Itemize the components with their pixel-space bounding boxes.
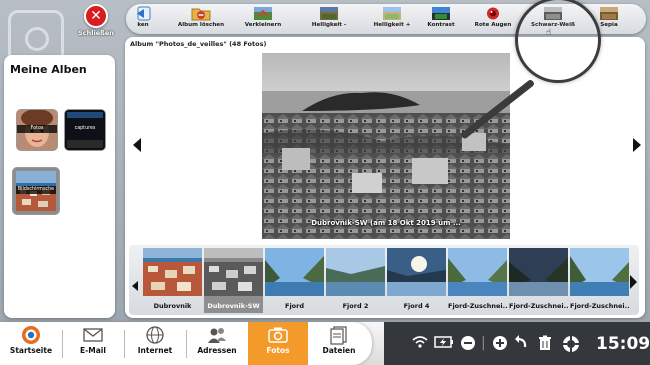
- red-eye-icon: [482, 6, 504, 21]
- thumbnail-image-fjord-crop-1: [448, 248, 507, 296]
- thumbnail-item[interactable]: Dubrovnik: [143, 248, 202, 313]
- contrast-button[interactable]: Kontrast: [424, 6, 458, 33]
- album-title: Album "Photos_de_veilles" (48 Fotos): [130, 40, 267, 48]
- taskbar-divider: [186, 330, 187, 358]
- thumbnail-item[interactable]: Fjord-Zuschnei...: [448, 248, 507, 313]
- thumbnail-item[interactable]: Fjord 2: [326, 248, 385, 313]
- albums-panel: Meine Alben Fotos captures Bildschirmsch…: [4, 55, 115, 318]
- thumbnail-label: Fjord 2: [342, 302, 369, 310]
- app-adressen[interactable]: Adressen: [190, 322, 244, 365]
- album-captures-label: captures: [74, 126, 96, 131]
- app-internet[interactable]: Internet: [128, 322, 182, 365]
- taskbar-divider: [62, 330, 63, 358]
- album-fotos[interactable]: Fotos: [16, 109, 58, 151]
- globe-icon: [144, 325, 166, 345]
- close-icon: ✕: [84, 4, 108, 28]
- album-captures[interactable]: captures: [64, 109, 106, 151]
- app-startseite[interactable]: Startseite: [4, 322, 58, 365]
- brightness-up-button[interactable]: Helligkeit +: [364, 6, 420, 33]
- thumbnail-label: Fjord-Zuschnei...: [509, 302, 568, 310]
- magnifier-lens-icon: [515, 0, 601, 83]
- close-label: Schließen: [78, 29, 114, 37]
- thumbnail-label: Fjord: [285, 302, 304, 310]
- camera-icon: [267, 325, 289, 345]
- trash-icon[interactable]: [538, 335, 552, 355]
- resize-button[interactable]: Verkleinern: [238, 6, 288, 33]
- battery-charging-icon[interactable]: [434, 335, 454, 353]
- album-fotos-label: Fotos: [17, 125, 57, 133]
- app-dateien[interactable]: Dateien: [312, 322, 366, 365]
- brightness-down-button[interactable]: Helligkeit -: [304, 6, 354, 33]
- contacts-icon: [206, 325, 228, 345]
- album-delete-button[interactable]: Album löschen: [174, 6, 228, 33]
- status-area: | 15:09: [384, 322, 650, 365]
- thumbnail-item[interactable]: Fjord 4: [387, 248, 446, 313]
- thumbnail-label: Dubrovnik: [153, 302, 192, 310]
- wifi-icon[interactable]: [412, 335, 428, 353]
- thumbnail-strip: Dubrovnik Dubrovnik-SW Fjord Fjord 2 Fjo…: [129, 245, 639, 315]
- help-lifebuoy-icon[interactable]: [562, 335, 580, 357]
- app-email[interactable]: E-Mail: [66, 322, 120, 365]
- thumbnail-image-dubrovnik: [143, 248, 202, 296]
- thumbnail-strip-next-icon[interactable]: [630, 275, 637, 289]
- photo-caption: Dubrovnik-SW (am 18 Okt 2019 um ...: [311, 219, 461, 227]
- resize-icon: [252, 6, 274, 21]
- thumbnail-strip-previous-icon[interactable]: [132, 281, 138, 291]
- clock: 15:09: [596, 334, 650, 354]
- app-dock: Startseite E-Mail Internet Adressen Foto…: [0, 322, 372, 365]
- app-fotos[interactable]: Fotos: [248, 322, 308, 365]
- album-bildschirmsche[interactable]: Bildschirmsche: [12, 167, 60, 215]
- thumbnail-label: Fjord-Zuschnei...: [448, 302, 507, 310]
- volume-up-icon[interactable]: [492, 335, 508, 355]
- thumbnail-image-fjord: [265, 248, 324, 296]
- toolbar-back-button[interactable]: ken: [126, 6, 160, 33]
- thumbnail-label: Dubrovnik-SW: [207, 302, 260, 310]
- brightness-down-icon: [318, 6, 340, 21]
- folder-delete-icon: [190, 6, 212, 21]
- envelope-icon: [82, 325, 104, 345]
- thumbnail-label: Fjord 4: [403, 302, 430, 310]
- thumbnail-image-fjord-crop-2: [509, 248, 568, 296]
- contrast-icon: [430, 6, 452, 21]
- thumbnail-item[interactable]: Fjord-Zuschnei...: [509, 248, 568, 313]
- taskbar: Startseite E-Mail Internet Adressen Foto…: [0, 322, 650, 365]
- sepia-icon: [598, 6, 620, 21]
- main-photo-image: [262, 53, 510, 239]
- thumbnail-image-fjord-2: [326, 248, 385, 296]
- red-eye-button[interactable]: Rote Augen: [471, 6, 515, 33]
- thumbnail-image-fjord-crop-3: [570, 248, 629, 296]
- albums-title: Meine Alben: [10, 63, 87, 76]
- next-photo-arrow-icon[interactable]: [633, 138, 641, 152]
- back-arrow-icon: [132, 6, 154, 21]
- album-bildschirmsche-label: Bildschirmsche: [16, 186, 56, 194]
- main-photo[interactable]: Dubrovnik-SW (am 18 Okt 2019 um ...: [262, 53, 510, 239]
- thumbnail-item[interactable]: Dubrovnik-SW: [204, 248, 263, 313]
- thumbnail-item[interactable]: Fjord-Zuschnei...: [570, 248, 629, 313]
- home-logo-icon: [20, 325, 42, 345]
- volume-down-icon[interactable]: [460, 335, 476, 355]
- brightness-up-icon: [381, 6, 403, 21]
- undo-arrow-icon[interactable]: [514, 335, 528, 355]
- thumbnail-item[interactable]: Fjord: [265, 248, 324, 313]
- hand-pointer-icon: ☝: [546, 28, 552, 38]
- close-button[interactable]: ✕ Schließen: [73, 4, 119, 37]
- thumbnail-image-fjord-4: [387, 248, 446, 296]
- thumbnail-label: Fjord-Zuschnei...: [570, 302, 629, 310]
- files-icon: [328, 325, 350, 345]
- previous-photo-arrow-icon[interactable]: [133, 138, 141, 152]
- thumbnail-image-dubrovnik-sw: [204, 248, 263, 296]
- volume-divider: |: [481, 335, 486, 351]
- taskbar-divider: [124, 330, 125, 358]
